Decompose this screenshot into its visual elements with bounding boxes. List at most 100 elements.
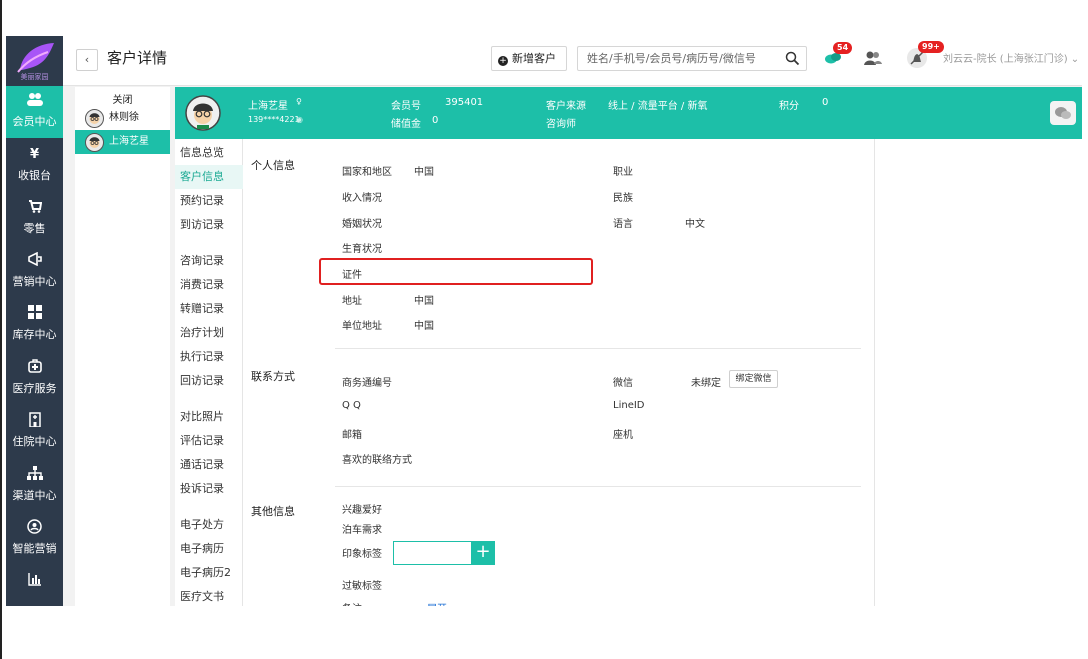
nav-channel-center[interactable]: 渠道中心 [6, 460, 63, 512]
ethnicity-label: 民族 [613, 193, 633, 204]
nav-medical-service[interactable]: 医疗服务 [6, 353, 63, 405]
stored-value: 0 [432, 115, 439, 126]
sitemap-icon [6, 466, 63, 484]
menu-complaints[interactable]: 投诉记录 [175, 477, 243, 501]
current-user-menu[interactable]: 刘云云-院长 (上海张江门诊) ⌄ [943, 50, 1079, 65]
address-label: 地址 [342, 296, 362, 307]
app-window: 美丽家园 会员中心 ¥ 收银台 零售 营销中心 库存中心 医疗服务 住院中心 渠… [6, 36, 1082, 606]
nav-reports[interactable] [6, 566, 63, 606]
work-address-value[interactable]: 中国 [414, 317, 434, 332]
section-divider [335, 348, 861, 349]
job-label: 职业 [613, 167, 633, 178]
menu-medical-documents[interactable]: 医疗文书 [175, 585, 243, 606]
menu-execution-records[interactable]: 执行记录 [175, 345, 243, 369]
nav-inpatient-center[interactable]: 住院中心 [6, 406, 63, 458]
close-all-button[interactable]: 关闭 [75, 91, 170, 106]
contacts-button[interactable] [862, 47, 884, 69]
nav-smart-marketing[interactable]: 智能营销 [6, 513, 63, 565]
menu-consultations[interactable]: 咨询记录 [175, 249, 243, 273]
menu-comparison-photos[interactable]: 对比照片 [175, 405, 243, 429]
points-value: 0 [822, 97, 829, 108]
source-label: 客户来源 [546, 101, 586, 112]
menu-info-overview[interactable]: 信息总览 [175, 141, 243, 165]
stored-value-label: 储值金 [391, 119, 421, 130]
screen-frame: 美丽家园 会员中心 ¥ 收银台 零售 营销中心 库存中心 医疗服务 住院中心 渠… [0, 0, 1088, 659]
right-blank-panel [874, 139, 1082, 606]
impression-tag-input[interactable] [393, 541, 473, 565]
bell-slash-icon [906, 48, 928, 73]
customer-source: 线上 / 流量平台 / 新氧 [608, 101, 708, 112]
fertility-label: 生育状况 [342, 244, 382, 255]
country-value[interactable]: 中国 [414, 163, 434, 178]
eye-icon[interactable]: ◉ [296, 115, 303, 124]
language-value[interactable]: 中文 [685, 215, 705, 230]
menu-e-medical-record[interactable]: 电子病历 [175, 537, 243, 561]
brand-name: 美丽家园 [20, 73, 49, 81]
income-label: 收入情况 [342, 193, 382, 204]
bind-wechat-button[interactable]: 绑定微信 [729, 370, 778, 388]
building-icon [6, 412, 63, 430]
country-label: 国家和地区 [342, 167, 392, 178]
customer-name: 上海艺星 [109, 136, 149, 147]
yen-icon: ¥ [29, 147, 40, 162]
menu-followups[interactable]: 回访记录 [175, 369, 243, 393]
add-customer-button[interactable]: + 新增客户 [491, 46, 567, 71]
wechat-button[interactable] [1050, 101, 1076, 125]
search-box [577, 46, 807, 71]
search-input[interactable] [578, 47, 778, 70]
business-no-label: 商务通编号 [342, 378, 392, 389]
member-no-label: 会员号 [391, 101, 421, 112]
target-icon [6, 519, 63, 537]
wechat-label: 微信 [613, 378, 633, 389]
megaphone-icon [6, 251, 63, 270]
notification-badge: 99+ [918, 41, 944, 53]
email-label: 邮箱 [342, 430, 362, 441]
notification-bell[interactable]: 99+ [906, 41, 944, 69]
impression-tag-label: 印象标签 [342, 549, 382, 560]
menu-e-medical-record-2[interactable]: 电子病历2 [175, 561, 243, 585]
marital-label: 婚姻状况 [342, 219, 382, 230]
menu-customer-info[interactable]: 客户信息 [175, 165, 243, 189]
nav-retail[interactable]: 零售 [6, 193, 63, 245]
customer-tab-linzexu[interactable]: 林则徐 [75, 106, 170, 130]
menu-assessments[interactable]: 评估记录 [175, 429, 243, 453]
nav-marketing-center[interactable]: 营销中心 [6, 246, 63, 298]
customer-tab-shanghaiyixing[interactable]: 上海艺星 [75, 130, 170, 154]
users-icon [6, 92, 63, 110]
language-label: 语言 [613, 219, 633, 230]
menu-calls[interactable]: 通话记录 [175, 453, 243, 477]
nav-member-center[interactable]: 会员中心 [6, 86, 63, 138]
allergy-tag-label: 过敏标签 [342, 581, 382, 592]
add-tag-button[interactable]: + [471, 541, 495, 565]
menu-appointments[interactable]: 预约记录 [175, 189, 243, 213]
wechat-icon [1055, 107, 1071, 119]
consultant-label: 咨询师 [546, 119, 576, 130]
side-nav: 美丽家园 会员中心 ¥ 收银台 零售 营销中心 库存中心 医疗服务 住院中心 渠… [6, 36, 63, 606]
menu-e-prescription[interactable]: 电子处方 [175, 513, 243, 537]
nav-cashier[interactable]: ¥ 收银台 [6, 140, 63, 192]
search-icon[interactable] [785, 51, 800, 66]
customer-summary-bar: 上海艺星 ♀ 139****4221 ◉ 会员号 395401 储值金 0 客户… [175, 87, 1082, 139]
menu-transfers[interactable]: 转赠记录 [175, 297, 243, 321]
top-header: ‹ 客户详情 + 新增客户 54 99+ 刘云云-院长 (上海张江门诊) ⌄ [63, 36, 1082, 86]
add-customer-label: 新增客户 [512, 52, 556, 65]
open-customers-list: 关闭 林则徐 上海艺星 [75, 87, 170, 606]
parking-label: 泊车需求 [342, 525, 382, 536]
menu-visits[interactable]: 到访记录 [175, 213, 243, 237]
expand-link[interactable]: 展开 [427, 600, 447, 606]
lineid-label: LineID [613, 400, 645, 411]
address-value[interactable]: 中国 [414, 292, 434, 307]
back-button[interactable]: ‹ [76, 49, 98, 71]
customer-info-panel: 个人信息 国家和地区 中国 收入情况 婚姻状况 生育状况 证件 地址 中国 单位… [243, 139, 874, 606]
menu-consumption[interactable]: 消费记录 [175, 273, 243, 297]
user-group-icon [864, 51, 882, 65]
nav-inventory-center[interactable]: 库存中心 [6, 299, 63, 351]
remark-label: 备注 [342, 600, 362, 606]
customer-phone: 139****4221 [248, 115, 300, 124]
bar-chart-icon [6, 572, 63, 590]
chat-notification[interactable]: 54 [823, 42, 853, 69]
highlight-box [319, 258, 593, 285]
menu-treatment-plan[interactable]: 治疗计划 [175, 321, 243, 345]
customer-section-menu: 信息总览 客户信息 预约记录 到访记录 咨询记录 消费记录 转赠记录 治疗计划 … [175, 139, 243, 606]
gender-female-icon: ♀ [296, 97, 302, 106]
